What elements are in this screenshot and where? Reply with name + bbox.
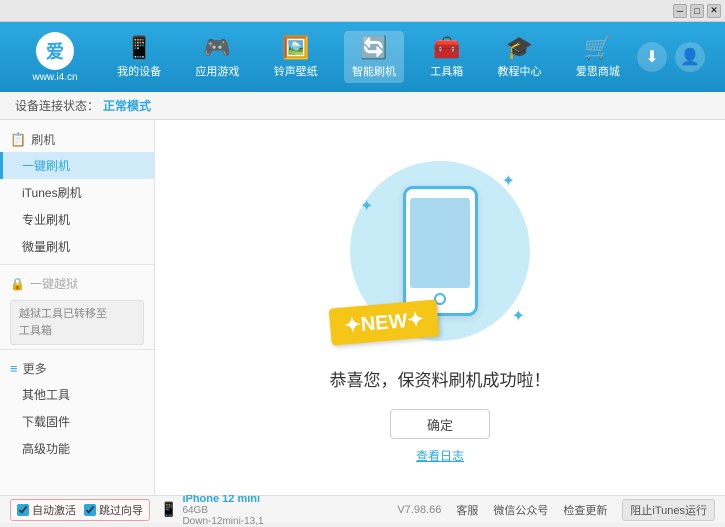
sidebar-item-micro-flash[interactable]: 微量刷机 xyxy=(0,233,154,260)
phone-screen xyxy=(410,198,470,288)
device-phone-icon: 📱 xyxy=(160,501,177,518)
sidebar-item-itunes-flash[interactable]: iTunes刷机 xyxy=(0,179,154,206)
more-section-label: 更多 xyxy=(23,360,47,377)
pro-flash-label: 专业刷机 xyxy=(22,213,70,227)
sidebar-flash-header: 📋 刷机 xyxy=(0,125,154,152)
bottom-bar: 自动激活 跳过向导 📱 iPhone 12 mini 64GB Down-12m… xyxy=(0,495,725,523)
nav-my-device-label: 我的设备 xyxy=(117,63,161,79)
logo-text: www.i4.cn xyxy=(32,72,77,83)
skip-wizard-checkbox[interactable] xyxy=(84,504,96,516)
sidebar-item-one-click-flash[interactable]: 一键刷机 xyxy=(0,152,154,179)
sparkle-icon-3: ✦ xyxy=(512,306,525,326)
maximize-button[interactable]: □ xyxy=(690,4,704,18)
jailbreak-label: 一键越狱 xyxy=(30,275,78,292)
advanced-label: 高级功能 xyxy=(22,442,70,456)
sidebar: 📋 刷机 一键刷机 iTunes刷机 专业刷机 微量刷机 🔒 一键越狱 越狱工具… xyxy=(0,120,155,495)
phone-illustration: ✦NEW✦ ✦ ✦ ✦ xyxy=(340,151,540,351)
itunes-flash-label: iTunes刷机 xyxy=(22,186,82,200)
title-bar: ─ □ ✕ xyxy=(0,0,725,22)
logo-area: 爱 www.i4.cn xyxy=(10,32,100,83)
bottom-left: 自动激活 跳过向导 📱 iPhone 12 mini 64GB Down-12m… xyxy=(10,493,264,527)
minimize-button[interactable]: ─ xyxy=(673,4,687,18)
sidebar-divider-1 xyxy=(0,264,154,265)
sidebar-jailbreak-header: 🔒 一键越狱 xyxy=(0,269,154,296)
nav-wallpaper[interactable]: 🖼️ 铃声壁纸 xyxy=(266,31,326,83)
device-storage: 64GB xyxy=(182,505,263,516)
smart-flash-icon: 🔄 xyxy=(360,35,387,61)
bottom-checkboxes: 自动激活 跳过向导 xyxy=(10,499,150,521)
micro-flash-label: 微量刷机 xyxy=(22,240,70,254)
auto-activate-label[interactable]: 自动激活 xyxy=(17,502,76,518)
download-button[interactable]: ⬇ xyxy=(637,42,667,72)
skip-wizard-text: 跳过向导 xyxy=(99,502,143,518)
apps-icon: 🎮 xyxy=(204,35,231,61)
phone-shape xyxy=(403,186,478,316)
wechat-link[interactable]: 微信公众号 xyxy=(493,502,548,518)
sidebar-more-header: ≡ 更多 xyxy=(0,354,154,381)
check-update-link[interactable]: 检查更新 xyxy=(563,502,607,518)
nav-apps-label: 应用游戏 xyxy=(195,63,239,79)
sparkle-icon-2: ✦ xyxy=(360,196,373,216)
itunes-button[interactable]: 阻止iTunes运行 xyxy=(622,499,715,521)
sparkle-icon-1: ✦ xyxy=(502,171,515,191)
wallpaper-icon: 🖼️ xyxy=(282,35,309,61)
sidebar-item-other-tools[interactable]: 其他工具 xyxy=(0,381,154,408)
nav-tutorials-label: 教程中心 xyxy=(498,63,542,79)
nav-toolbox[interactable]: 🧰 工具箱 xyxy=(422,31,471,83)
rebackup-link[interactable]: 查看日志 xyxy=(416,447,464,464)
nav-smart-flash[interactable]: 🔄 智能刷机 xyxy=(344,31,404,83)
sidebar-item-pro-flash[interactable]: 专业刷机 xyxy=(0,206,154,233)
sidebar-item-download-firmware[interactable]: 下载固件 xyxy=(0,408,154,435)
auto-activate-checkbox[interactable] xyxy=(17,504,29,516)
success-text: 恭喜您，保资料刷机成功啦！ xyxy=(330,366,551,391)
sidebar-item-advanced[interactable]: 高级功能 xyxy=(0,435,154,462)
download-firmware-label: 下载固件 xyxy=(22,415,70,429)
device-details: iPhone 12 mini 64GB Down-12mini-13,1 xyxy=(182,493,263,527)
flash-section-icon: 📋 xyxy=(10,132,26,148)
content-area: ✦NEW✦ ✦ ✦ ✦ 恭喜您，保资料刷机成功啦！ 确定 查看日志 xyxy=(155,120,725,495)
jailbreak-info-box: 越狱工具已转移至工具箱 xyxy=(10,300,144,345)
jailbreak-info-text: 越狱工具已转移至工具箱 xyxy=(19,308,107,337)
store-icon: 🛒 xyxy=(584,35,611,61)
toolbox-icon: 🧰 xyxy=(433,35,460,61)
jailbreak-lock-icon: 🔒 xyxy=(10,277,25,291)
flash-section-label: 刷机 xyxy=(31,131,55,148)
nav-wallpaper-label: 铃声壁纸 xyxy=(274,63,318,79)
bottom-right: V7.98.66 客服 微信公众号 检查更新 阻止iTunes运行 xyxy=(397,499,715,521)
nav-smart-flash-label: 智能刷机 xyxy=(352,63,396,79)
skip-wizard-label[interactable]: 跳过向导 xyxy=(84,502,143,518)
confirm-button[interactable]: 确定 xyxy=(390,409,490,439)
one-click-flash-label: 一键刷机 xyxy=(22,159,70,173)
header: 爱 www.i4.cn 📱 我的设备 🎮 应用游戏 🖼️ 铃声壁纸 🔄 智能刷机… xyxy=(0,22,725,92)
status-label: 设备连接状态： xyxy=(15,97,99,114)
my-device-icon: 📱 xyxy=(125,35,152,61)
status-bar: 设备连接状态： 正常模式 xyxy=(0,92,725,120)
logo-icon: 爱 xyxy=(36,32,74,70)
user-button[interactable]: 👤 xyxy=(675,42,705,72)
nav-toolbox-label: 工具箱 xyxy=(430,63,463,79)
tutorials-icon: 🎓 xyxy=(506,35,533,61)
nav-my-device[interactable]: 📱 我的设备 xyxy=(109,31,169,83)
header-right: ⬇ 👤 xyxy=(637,42,715,72)
main-layout: 📋 刷机 一键刷机 iTunes刷机 专业刷机 微量刷机 🔒 一键越狱 越狱工具… xyxy=(0,120,725,495)
more-section-icon: ≡ xyxy=(10,361,18,376)
customer-service-link[interactable]: 客服 xyxy=(456,502,478,518)
confirm-button-label: 确定 xyxy=(427,415,453,434)
auto-activate-text: 自动激活 xyxy=(32,502,76,518)
device-system: Down-12mini-13,1 xyxy=(182,516,263,527)
other-tools-label: 其他工具 xyxy=(22,388,70,402)
nav-bar: 📱 我的设备 🎮 应用游戏 🖼️ 铃声壁纸 🔄 智能刷机 🧰 工具箱 🎓 教程中… xyxy=(100,31,637,83)
device-info-area: 📱 iPhone 12 mini 64GB Down-12mini-13,1 xyxy=(160,493,264,527)
nav-store-label: 爱思商城 xyxy=(576,63,620,79)
nav-apps[interactable]: 🎮 应用游戏 xyxy=(187,31,247,83)
sidebar-divider-2 xyxy=(0,349,154,350)
close-button[interactable]: ✕ xyxy=(707,4,721,18)
nav-tutorials[interactable]: 🎓 教程中心 xyxy=(490,31,550,83)
version-text: V7.98.66 xyxy=(397,504,441,516)
nav-store[interactable]: 🛒 爱思商城 xyxy=(568,31,628,83)
status-value: 正常模式 xyxy=(103,97,151,114)
